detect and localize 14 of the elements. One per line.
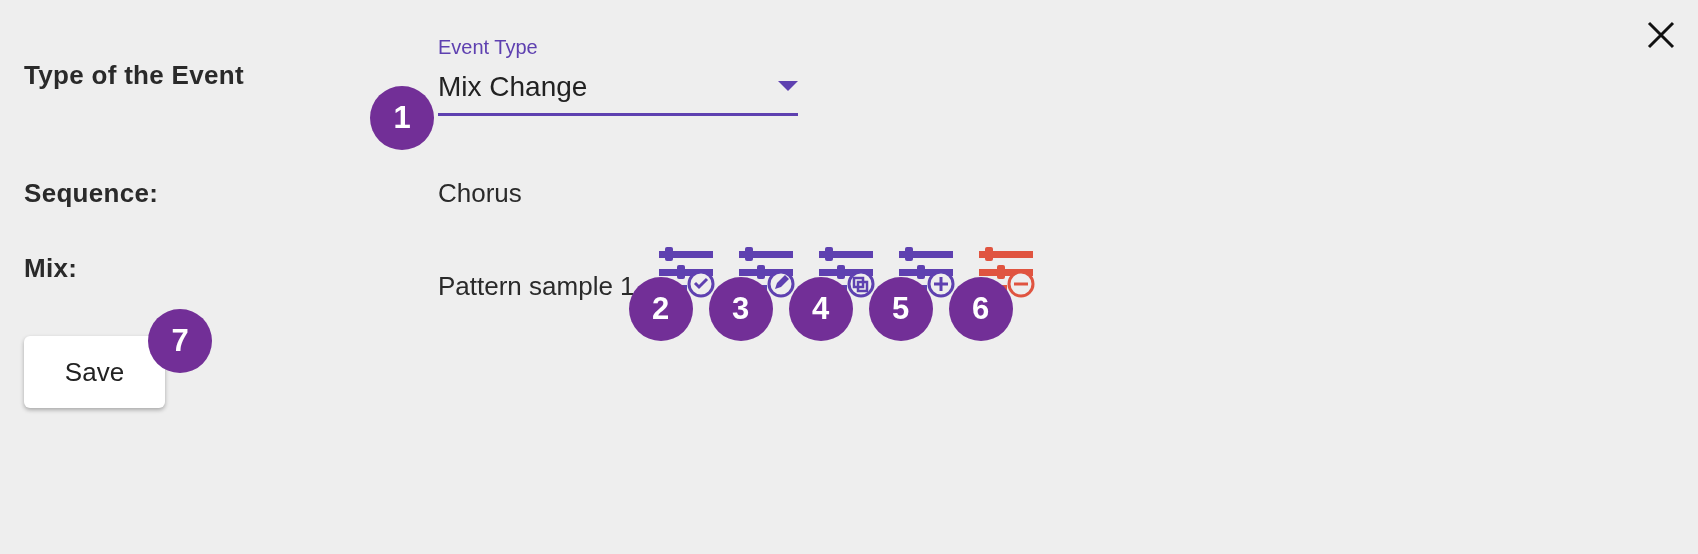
number-badge: 6 [948, 277, 1013, 341]
number-badge: 3 [708, 277, 773, 341]
mix-value: Pattern sample 1 [438, 271, 635, 302]
field-label: Type of the Event [24, 60, 245, 91]
field-label: Mix: [24, 253, 79, 284]
number-badge: 5 [868, 277, 933, 341]
sequence-value: Chorus [438, 178, 522, 208]
field-label: Sequence: [24, 178, 160, 209]
number-badge: 1 [370, 86, 434, 150]
number-badge: 7 [148, 309, 212, 373]
close-icon[interactable] [1646, 20, 1676, 50]
number-badge: 4 [788, 277, 853, 341]
save-button[interactable]: Save [24, 336, 165, 408]
caret-icon [778, 81, 798, 93]
